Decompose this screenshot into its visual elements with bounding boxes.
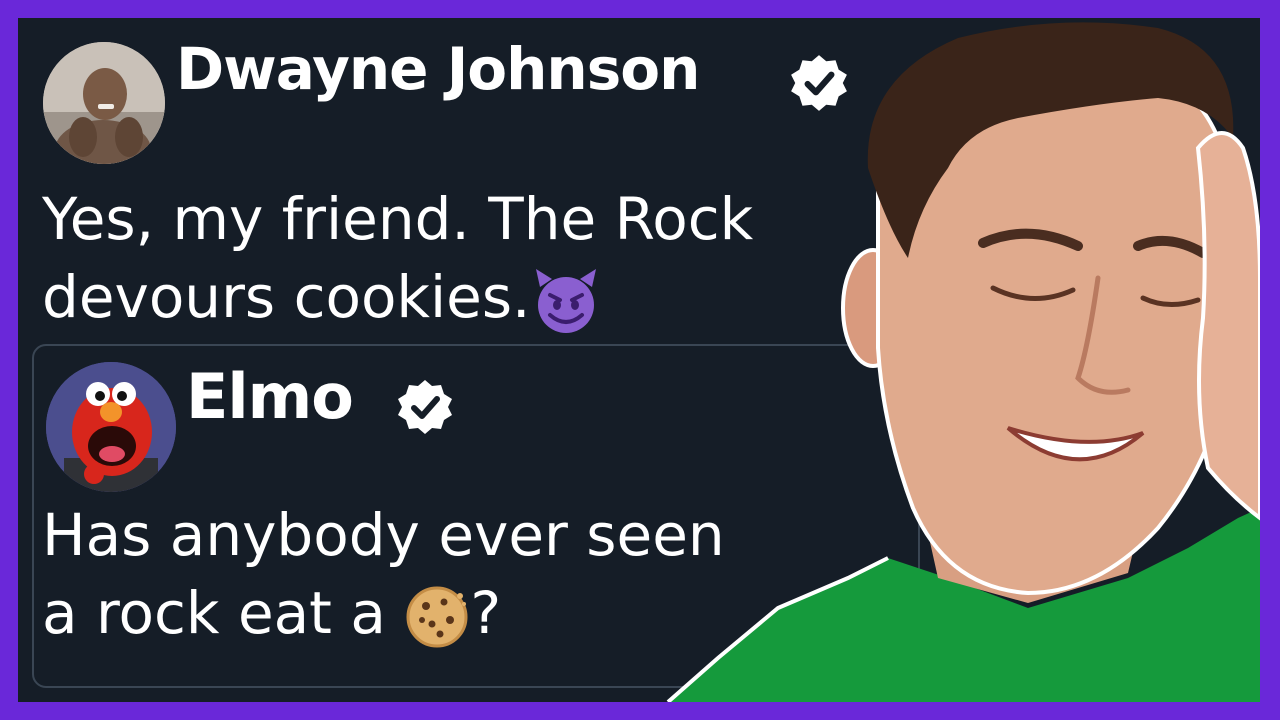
laughing-man-photo <box>666 22 1260 702</box>
thumbnail-frame: Dwayne Johnson Yes, my friend. The Rock … <box>18 18 1260 702</box>
